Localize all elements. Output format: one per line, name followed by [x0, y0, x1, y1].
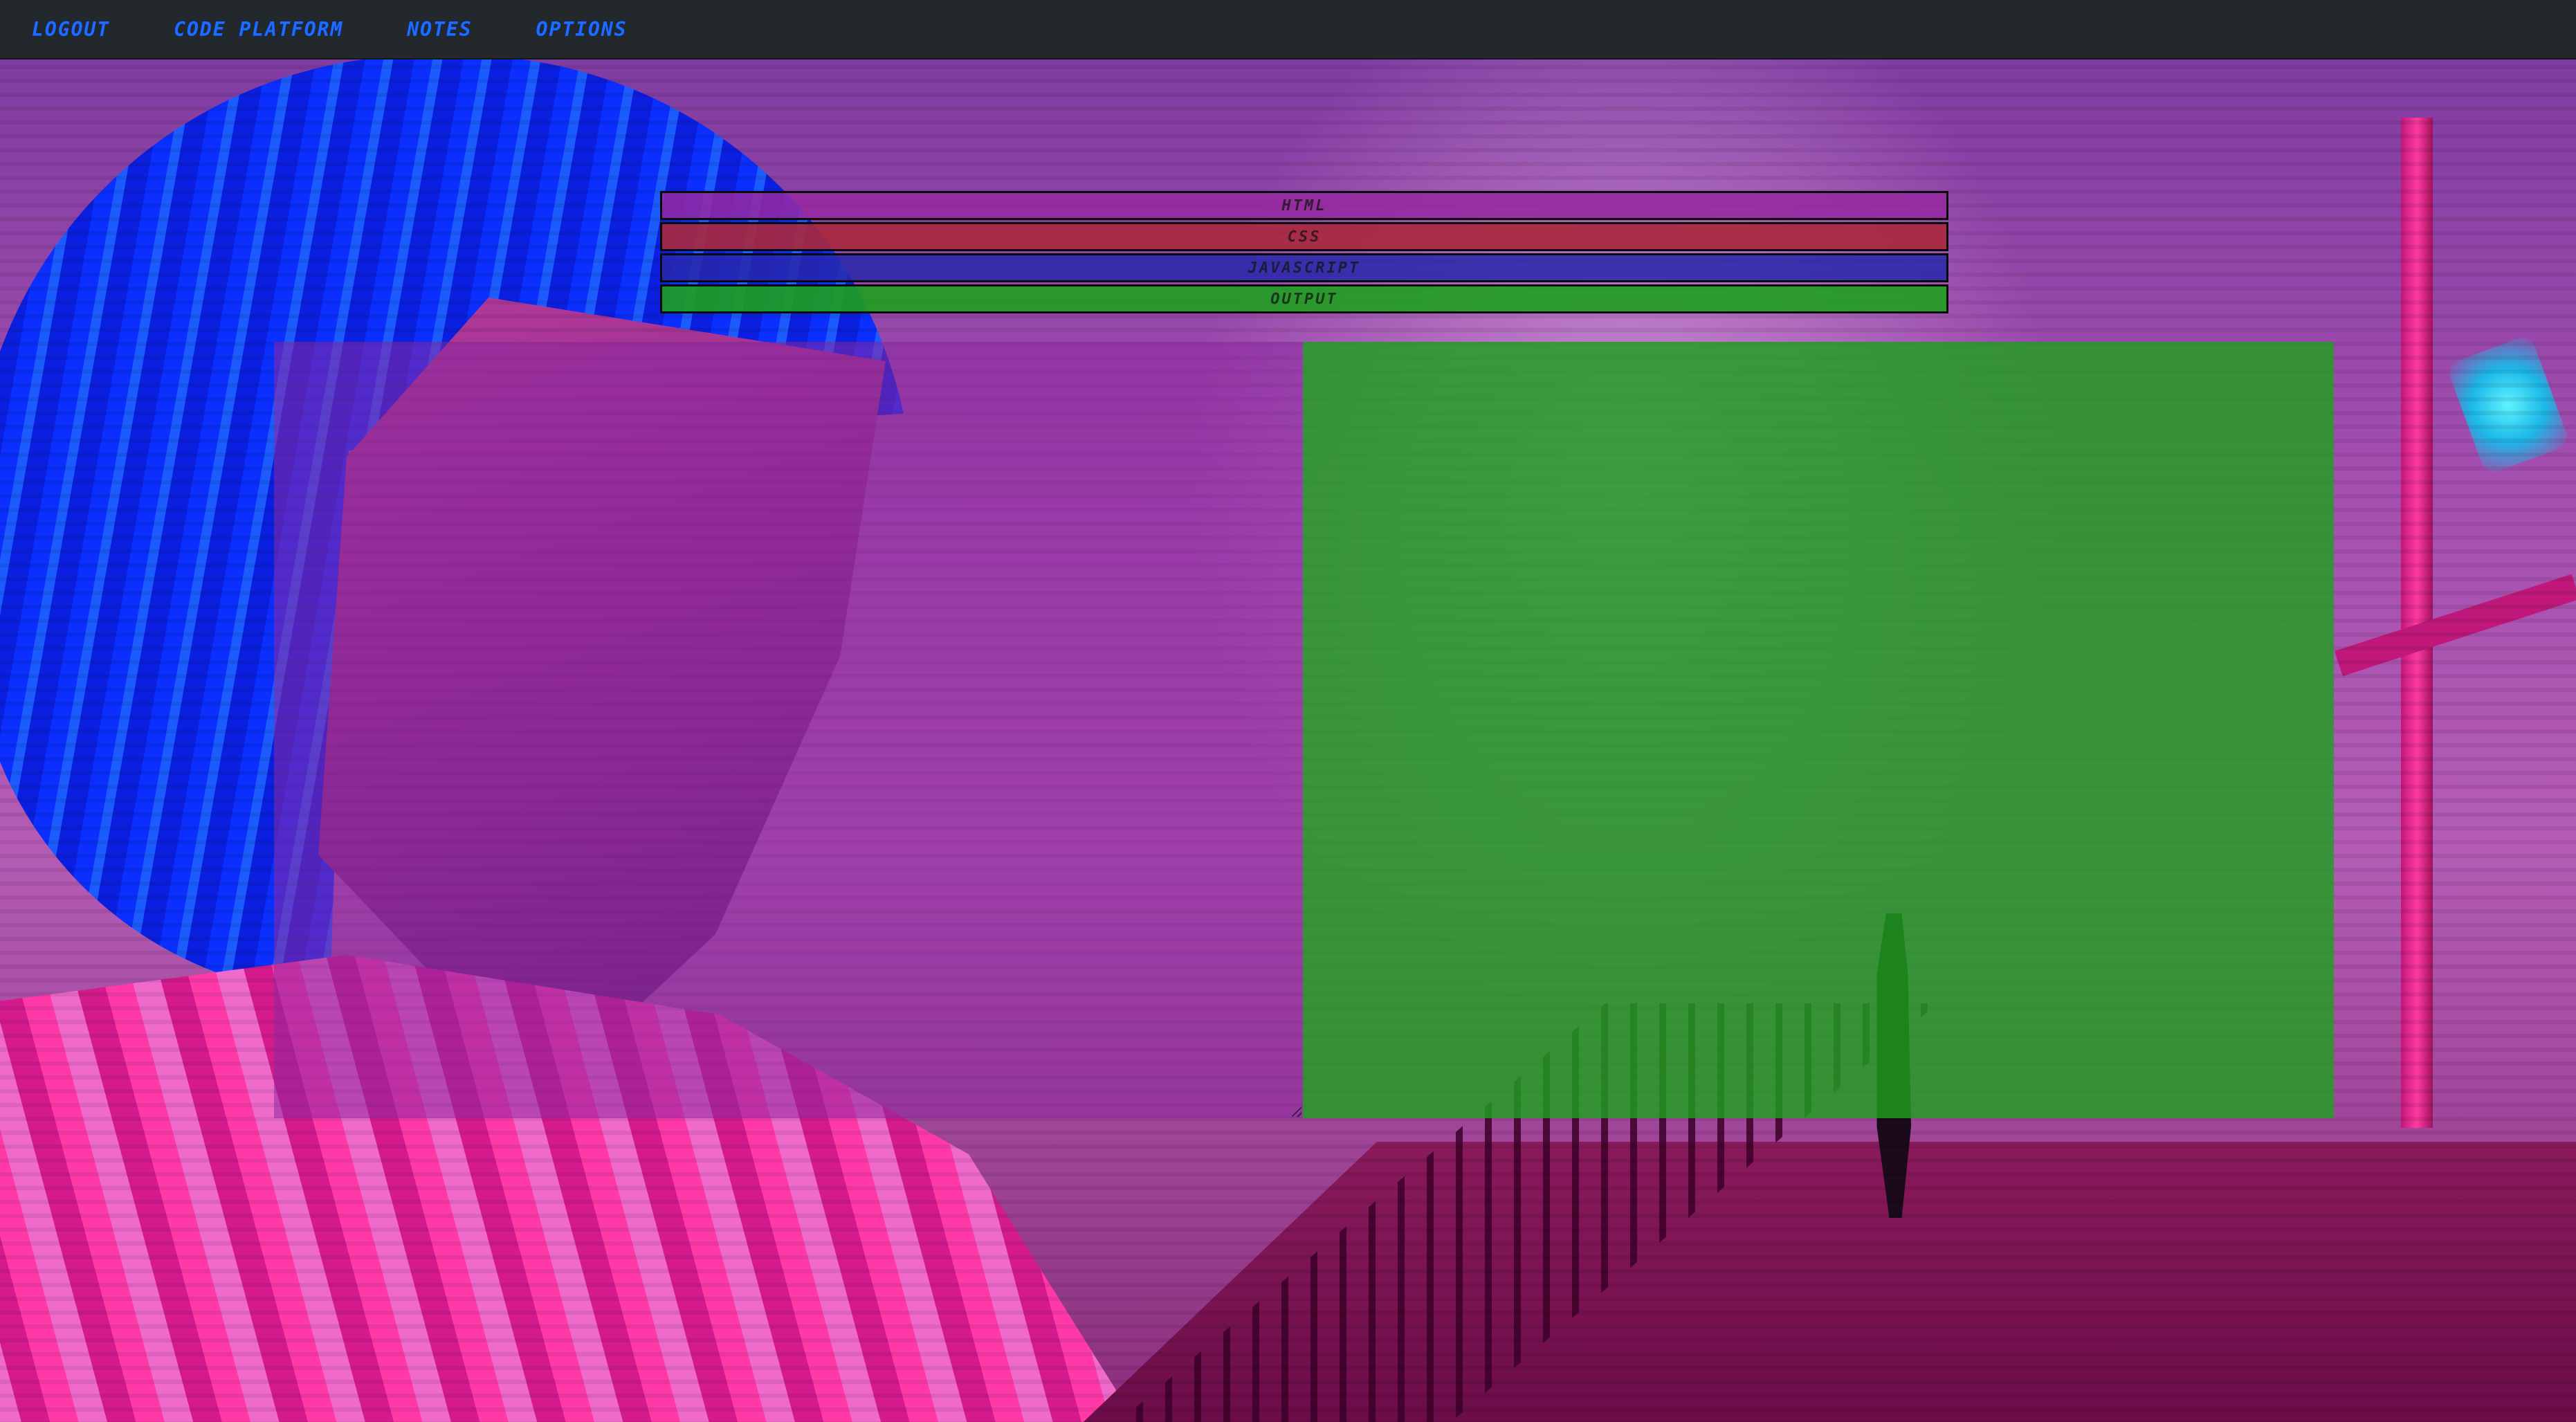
top-navbar: LOGOUT CODE PLATFORM NOTES OPTIONS — [0, 0, 2576, 60]
nav-logout-link[interactable]: LOGOUT — [32, 18, 110, 41]
nav-code-platform-link[interactable]: CODE PLATFORM — [174, 18, 343, 41]
tab-html[interactable]: HTML — [660, 191, 1948, 220]
editor-tab-stack: HTML CSS JAVASCRIPT OUTPUT — [660, 191, 1948, 316]
nav-notes-link[interactable]: NOTES — [407, 18, 472, 41]
tab-css[interactable]: CSS — [660, 222, 1948, 251]
app-window: LOGOUT CODE PLATFORM NOTES OPTIONS HTML … — [0, 0, 2576, 1422]
tab-output[interactable]: OUTPUT — [660, 284, 1948, 313]
resize-handle-icon[interactable] — [1292, 1107, 1301, 1117]
output-preview-panel — [1303, 342, 2334, 1118]
code-editor-textarea[interactable] — [274, 342, 1303, 1118]
tab-javascript[interactable]: JAVASCRIPT — [660, 253, 1948, 282]
nav-options-link[interactable]: OPTIONS — [536, 18, 628, 41]
